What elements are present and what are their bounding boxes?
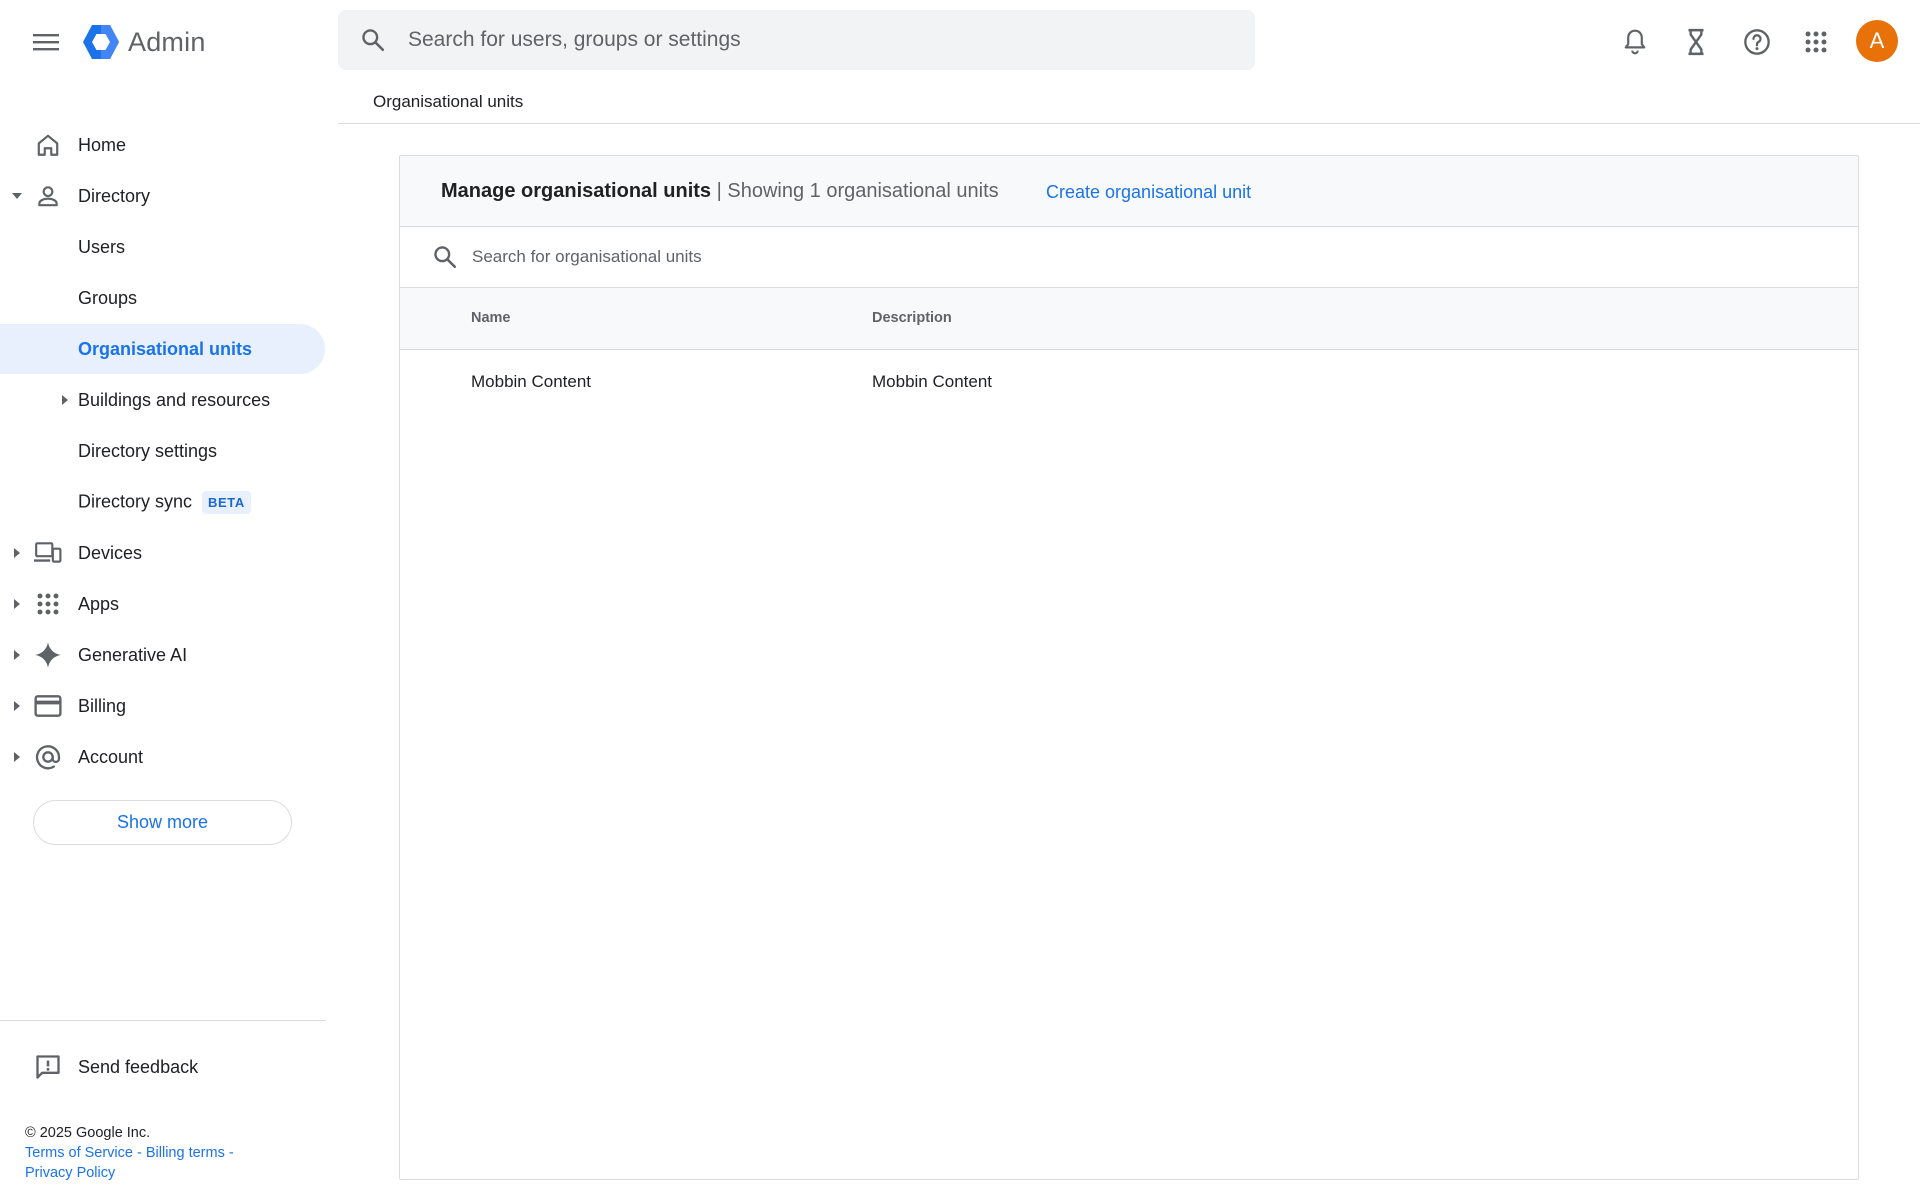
sidebar-item-directory-settings[interactable]: Directory settings: [0, 426, 325, 476]
sidebar-item-label: Buildings and resources: [78, 389, 271, 410]
send-feedback-button[interactable]: Send feedback: [0, 1042, 326, 1092]
sidebar-item-generative-ai[interactable]: Generative AI: [0, 630, 325, 680]
sidebar-item-label: Directory sync BETA: [78, 490, 251, 514]
credit-card-icon: [33, 691, 63, 721]
caret-right-icon[interactable]: [58, 393, 72, 407]
org-unit-description: Mobbin Content: [872, 372, 993, 391]
terms-of-service-link[interactable]: Terms of Service: [25, 1145, 133, 1161]
table-row[interactable]: Mobbin Content Mobbin Content: [400, 350, 1858, 414]
admin-logo[interactable]: Admin: [82, 22, 206, 62]
caret-right-icon[interactable]: [10, 648, 24, 662]
caret-right-icon[interactable]: [10, 750, 24, 764]
sidebar-item-directory[interactable]: Directory: [0, 171, 325, 221]
caret-right-icon[interactable]: [10, 699, 24, 713]
caret-right-icon[interactable]: [10, 597, 24, 611]
caret-down-icon[interactable]: [10, 189, 24, 203]
directory-sync-label: Directory sync: [78, 490, 193, 511]
org-unit-search[interactable]: [400, 227, 1858, 288]
sidebar-item-buildings-and-resources[interactable]: Buildings and resources: [0, 375, 325, 425]
copyright-text: © 2025 Google Inc.: [25, 1125, 151, 1141]
help-button[interactable]: [1735, 20, 1779, 64]
admin-logo-icon: [83, 25, 119, 59]
sidebar-footer: © 2025 Google Inc. Terms of Service - Bi…: [25, 1125, 234, 1181]
global-search[interactable]: [338, 10, 1255, 70]
sidebar-item-users[interactable]: Users: [0, 222, 325, 272]
at-sign-icon: [33, 742, 63, 772]
org-units-card: Manage organisational units | Showing 1 …: [399, 155, 1859, 1180]
top-app-bar: Admin A: [0, 0, 1920, 82]
home-icon: [33, 130, 63, 160]
hamburger-icon: [33, 34, 59, 51]
help-icon: [1744, 29, 1770, 55]
card-header: Manage organisational units | Showing 1 …: [400, 156, 1858, 227]
sidebar-item-label: Account: [78, 746, 144, 767]
sidebar-nav: Home Directory Users Groups Organisation…: [0, 120, 326, 1020]
caret-right-icon[interactable]: [10, 546, 24, 560]
person-icon: [33, 181, 63, 211]
bell-icon: [1624, 29, 1646, 55]
app-title: Admin: [128, 26, 206, 57]
card-subtitle: | Showing 1 organisational units: [716, 180, 999, 202]
sidebar-item-label: Home: [78, 134, 127, 155]
show-more-button[interactable]: Show more: [33, 800, 292, 845]
column-header-name[interactable]: Name: [471, 310, 511, 326]
feedback-icon: [33, 1052, 63, 1082]
sidebar-divider: [0, 1020, 326, 1021]
card-title-text: Manage organisational units: [441, 180, 712, 202]
main-menu-button[interactable]: [26, 22, 66, 62]
send-feedback-label: Send feedback: [78, 1056, 199, 1077]
sidebar-item-label: Directory settings: [78, 440, 218, 461]
sidebar-item-devices[interactable]: Devices: [0, 528, 325, 578]
sidebar-item-label: Organisational units: [78, 338, 253, 359]
column-header-description: Description: [872, 310, 952, 326]
card-title: Manage organisational units | Showing 1 …: [441, 180, 999, 203]
sidebar-item-label: Devices: [78, 542, 143, 563]
app-grid-icon: [1805, 31, 1827, 53]
sidebar-item-label: Groups: [78, 287, 138, 308]
org-unit-name[interactable]: Mobbin Content: [471, 372, 591, 392]
sidebar-item-label: Billing: [78, 695, 127, 716]
create-org-unit-link[interactable]: Create organisational unit: [1046, 182, 1251, 203]
account-avatar[interactable]: A: [1856, 20, 1898, 62]
hourglass-icon: [1688, 28, 1704, 56]
table-header: Name Description: [400, 288, 1858, 350]
apps-icon: [33, 589, 63, 619]
search-icon[interactable]: [338, 10, 408, 70]
sidebar-item-label: Apps: [78, 593, 120, 614]
apps-launcher-button[interactable]: [1794, 20, 1838, 64]
devices-icon: [33, 538, 63, 568]
sidebar-item-account[interactable]: Account: [0, 732, 325, 782]
org-unit-search-input[interactable]: [472, 247, 1372, 267]
sidebar-item-label: Users: [78, 236, 126, 257]
sidebar-item-apps[interactable]: Apps: [0, 579, 325, 629]
privacy-policy-link[interactable]: Privacy Policy: [25, 1165, 115, 1181]
sidebar-item-directory-sync[interactable]: Directory sync BETA: [0, 477, 325, 527]
global-search-input[interactable]: [408, 28, 1208, 52]
breadcrumb: Organisational units: [373, 92, 524, 111]
sidebar-item-billing[interactable]: Billing: [0, 681, 325, 731]
sparkle-icon: [33, 640, 63, 670]
billing-terms-link[interactable]: Billing terms: [146, 1145, 225, 1161]
beta-badge: BETA: [202, 490, 251, 514]
sidebar-item-label: Directory: [78, 185, 151, 206]
sidebar-item-label: Generative AI: [78, 644, 188, 665]
tasks-button[interactable]: [1674, 20, 1718, 64]
sidebar-item-groups[interactable]: Groups: [0, 273, 325, 323]
notifications-button[interactable]: [1613, 20, 1657, 64]
sidebar-item-home[interactable]: Home: [0, 120, 325, 170]
sidebar-item-organisational-units[interactable]: Organisational units: [0, 324, 325, 374]
breadcrumb-bar: Organisational units: [338, 82, 1920, 124]
